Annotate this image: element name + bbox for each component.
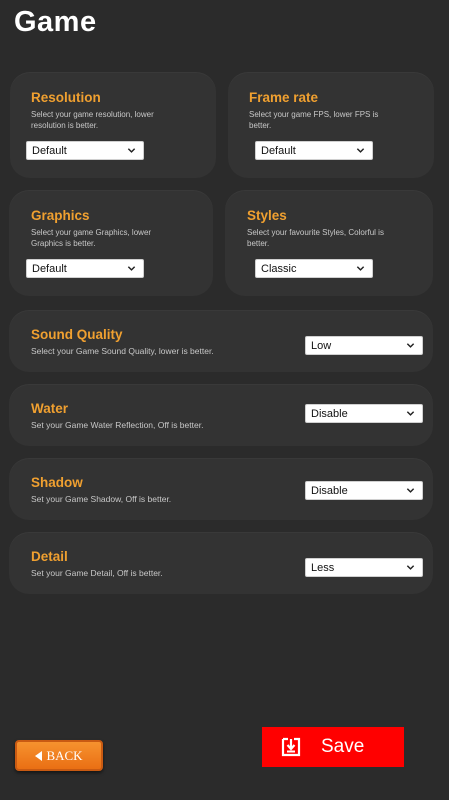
resolution-card: Resolution Select your game resolution, … <box>10 72 216 178</box>
save-button-label: Save <box>321 736 365 757</box>
detail-select-value: Less <box>311 561 335 574</box>
water-card: Water Set your Game Water Reflection, Of… <box>9 384 433 446</box>
chevron-down-icon <box>406 488 415 493</box>
water-select[interactable]: Disable <box>305 404 423 423</box>
shadow-card: Shadow Set your Game Shadow, Off is bett… <box>9 458 433 520</box>
sound-quality-title: Sound Quality <box>31 327 123 342</box>
water-title: Water <box>31 401 69 416</box>
sound-quality-desc: Select your Game Sound Quality, lower is… <box>31 346 214 356</box>
graphics-desc-line1: Select your game Graphics, lower <box>31 228 152 237</box>
detail-card: Detail Set your Game Detail, Off is bett… <box>9 532 433 594</box>
shadow-title: Shadow <box>31 475 83 490</box>
sound-quality-select-value: Low <box>311 339 332 352</box>
save-download-icon <box>281 737 301 757</box>
chevron-down-icon <box>406 411 415 416</box>
framerate-desc-line1: Select your game FPS, lower FPS is <box>249 110 379 119</box>
detail-select[interactable]: Less <box>305 558 423 577</box>
graphics-title: Graphics <box>31 208 90 223</box>
sound-quality-card: Sound Quality Select your Game Sound Qua… <box>9 310 433 372</box>
resolution-title: Resolution <box>31 90 101 105</box>
styles-desc-line1: Select your favourite Styles, Colorful i… <box>247 228 384 237</box>
water-select-value: Disable <box>311 407 348 420</box>
sound-quality-select[interactable]: Low <box>305 336 423 355</box>
back-button-label: BACK <box>46 747 83 763</box>
chevron-down-icon <box>356 266 365 271</box>
resolution-select[interactable]: Default <box>26 141 144 160</box>
shadow-desc: Set your Game Shadow, Off is better. <box>31 494 172 504</box>
shadow-select-value: Disable <box>311 484 348 497</box>
resolution-desc-line2: resolution is better. <box>31 121 99 130</box>
graphics-select-value: Default <box>32 262 67 275</box>
chevron-down-icon <box>356 148 365 153</box>
left-triangle-icon <box>35 750 43 761</box>
water-desc: Set your Game Water Reflection, Off is b… <box>31 420 204 430</box>
graphics-card: Graphics Select your game Graphics, lowe… <box>9 190 213 296</box>
styles-select-value: Classic <box>261 262 297 275</box>
framerate-title: Frame rate <box>249 90 319 105</box>
back-button[interactable]: BACK <box>15 740 103 771</box>
styles-desc-line2: better. <box>247 239 270 248</box>
save-button[interactable]: Save <box>262 727 404 767</box>
styles-title: Styles <box>247 208 287 223</box>
graphics-desc-line2: Graphics is better. <box>31 239 96 248</box>
resolution-select-value: Default <box>32 144 67 157</box>
chevron-down-icon <box>406 565 415 570</box>
framerate-card: Frame rate Select your game FPS, lower F… <box>228 72 434 178</box>
detail-title: Detail <box>31 549 68 564</box>
page-title: Game <box>14 6 97 38</box>
framerate-select[interactable]: Default <box>255 141 373 160</box>
framerate-desc-line2: better. <box>249 121 272 130</box>
chevron-down-icon <box>406 343 415 348</box>
graphics-select[interactable]: Default <box>26 259 144 278</box>
detail-desc: Set your Game Detail, Off is better. <box>31 568 163 578</box>
chevron-down-icon <box>127 266 136 271</box>
styles-select[interactable]: Classic <box>255 259 373 278</box>
resolution-desc-line1: Select your game resolution, lower <box>31 110 154 119</box>
chevron-down-icon <box>127 148 136 153</box>
styles-card: Styles Select your favourite Styles, Col… <box>225 190 433 296</box>
framerate-select-value: Default <box>261 144 296 157</box>
shadow-select[interactable]: Disable <box>305 481 423 500</box>
